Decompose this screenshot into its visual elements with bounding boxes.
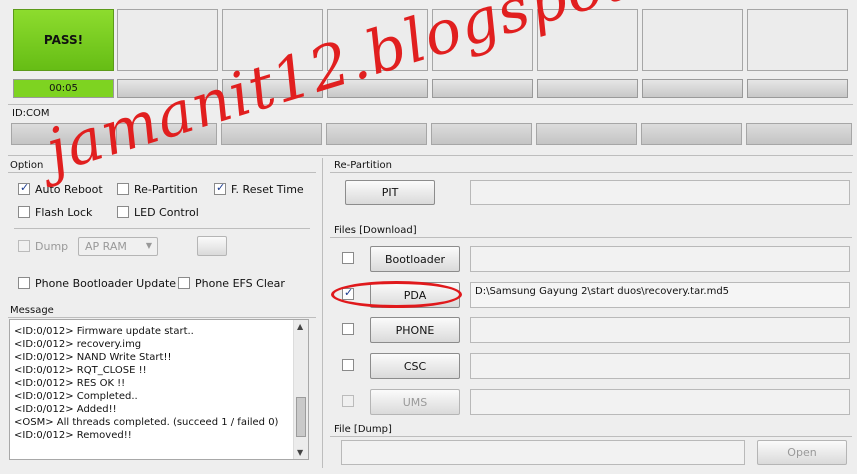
port-3-status [222, 9, 323, 71]
pit-path-field[interactable] [470, 180, 850, 205]
port-2-status [117, 9, 218, 71]
phone-button[interactable]: PHONE [370, 317, 460, 343]
divider [8, 104, 853, 105]
log-line: <ID:0/012> Removed!! [14, 430, 132, 441]
csc-path-field[interactable] [470, 353, 850, 379]
port-3-progress [222, 79, 323, 98]
port-7-status [642, 9, 743, 71]
log-line: <ID:0/012> RES OK !! [14, 378, 126, 389]
pass-label: PASS! [43, 33, 84, 47]
phone-checkbox[interactable] [342, 323, 354, 335]
ums-path-field[interactable] [470, 389, 850, 415]
file-dump-title: File [Dump] [334, 424, 392, 435]
com-slot-3 [221, 123, 322, 145]
scroll-thumb[interactable] [296, 397, 306, 437]
pit-button[interactable]: PIT [345, 180, 435, 205]
port-8-status [747, 9, 848, 71]
timer-label: 00:05 [49, 83, 78, 94]
log-line: <ID:0/012> Added!! [14, 404, 117, 415]
f-reset-time-checkbox[interactable] [214, 181, 226, 195]
divider [8, 317, 316, 318]
port-8-progress [747, 79, 848, 98]
flash-lock-label: Flash Lock [35, 206, 93, 219]
port-5-progress [432, 79, 533, 98]
dump-button[interactable] [197, 236, 227, 256]
pda-path-field[interactable]: D:\Samsung Gayung 2\start duos\recovery.… [470, 282, 850, 308]
csc-checkbox[interactable] [342, 359, 354, 371]
log-line: <ID:0/012> NAND Write Start!! [14, 352, 172, 363]
com-slot-2 [116, 123, 217, 145]
phone-bootloader-update-label: Phone Bootloader Update [35, 277, 177, 290]
com-slot-8 [746, 123, 852, 145]
option-title: Option [10, 160, 44, 171]
port-2-progress [117, 79, 218, 98]
dump-label: Dump [35, 240, 69, 253]
log-line: <ID:0/012> Firmware update start.. [14, 326, 194, 337]
log-line: <ID:0/012> recovery.img [14, 339, 142, 350]
dump-select[interactable]: AP RAM ▼ [78, 237, 158, 256]
led-control-checkbox[interactable] [117, 206, 129, 218]
bootloader-checkbox[interactable] [342, 252, 354, 264]
phone-efs-clear-checkbox[interactable] [178, 277, 190, 289]
port-4-progress [327, 79, 428, 98]
com-slot-5 [431, 123, 532, 145]
bootloader-path-field[interactable] [470, 246, 850, 272]
com-slot-7 [641, 123, 742, 145]
dump-select-value: AP RAM [85, 240, 127, 253]
port-6-progress [537, 79, 638, 98]
re-partition-label: Re-Partition [134, 183, 198, 196]
highlight-oval [331, 281, 462, 308]
id-com-label: ID:COM [12, 108, 50, 119]
port-4-status [327, 9, 428, 71]
divider [322, 158, 323, 468]
port-1-status: PASS! [13, 9, 114, 71]
auto-reboot-checkbox[interactable] [18, 181, 30, 195]
phone-bootloader-update-checkbox[interactable] [18, 277, 30, 289]
phone-path-field[interactable] [470, 317, 850, 343]
phone-efs-clear-label: Phone EFS Clear [195, 277, 285, 290]
divider [330, 436, 852, 437]
led-control-label: LED Control [134, 206, 199, 219]
csc-button[interactable]: CSC [370, 353, 460, 379]
divider [14, 228, 310, 229]
dump-checkbox[interactable] [18, 240, 30, 252]
files-title: Files [Download] [334, 225, 417, 236]
log-line: <ID:0/012> RQT_CLOSE !! [14, 365, 147, 376]
ums-checkbox[interactable] [342, 395, 354, 407]
com-slot-1 [11, 123, 112, 145]
bootloader-button[interactable]: Bootloader [370, 246, 460, 272]
scroll-up-icon[interactable]: ▲ [297, 322, 303, 331]
com-slot-4 [326, 123, 427, 145]
repartition-title: Re-Partition [334, 160, 392, 171]
chevron-down-icon: ▼ [145, 241, 152, 250]
re-partition-checkbox[interactable] [117, 183, 129, 195]
divider [330, 172, 852, 173]
port-1-progress: 00:05 [13, 79, 114, 98]
flash-lock-checkbox[interactable] [18, 206, 30, 218]
scroll-down-icon[interactable]: ▼ [297, 448, 303, 457]
dump-path-field[interactable] [341, 440, 745, 465]
divider [8, 155, 853, 156]
message-title: Message [10, 305, 54, 316]
message-scrollbar[interactable]: ▲ ▼ [293, 320, 308, 459]
port-5-status [432, 9, 533, 71]
com-slot-6 [536, 123, 637, 145]
ums-button[interactable]: UMS [370, 389, 460, 415]
f-reset-time-label: F. Reset Time [231, 183, 304, 196]
log-line: <ID:0/012> Completed.. [14, 391, 138, 402]
port-6-status [537, 9, 638, 71]
divider [8, 172, 316, 173]
log-line: <OSM> All threads completed. (succeed 1 … [14, 417, 279, 428]
port-7-progress [642, 79, 743, 98]
divider [330, 237, 852, 238]
message-log[interactable]: <ID:0/012> Firmware update start.. <ID:0… [9, 319, 309, 460]
auto-reboot-label: Auto Reboot [35, 183, 103, 196]
open-button[interactable]: Open [757, 440, 847, 465]
